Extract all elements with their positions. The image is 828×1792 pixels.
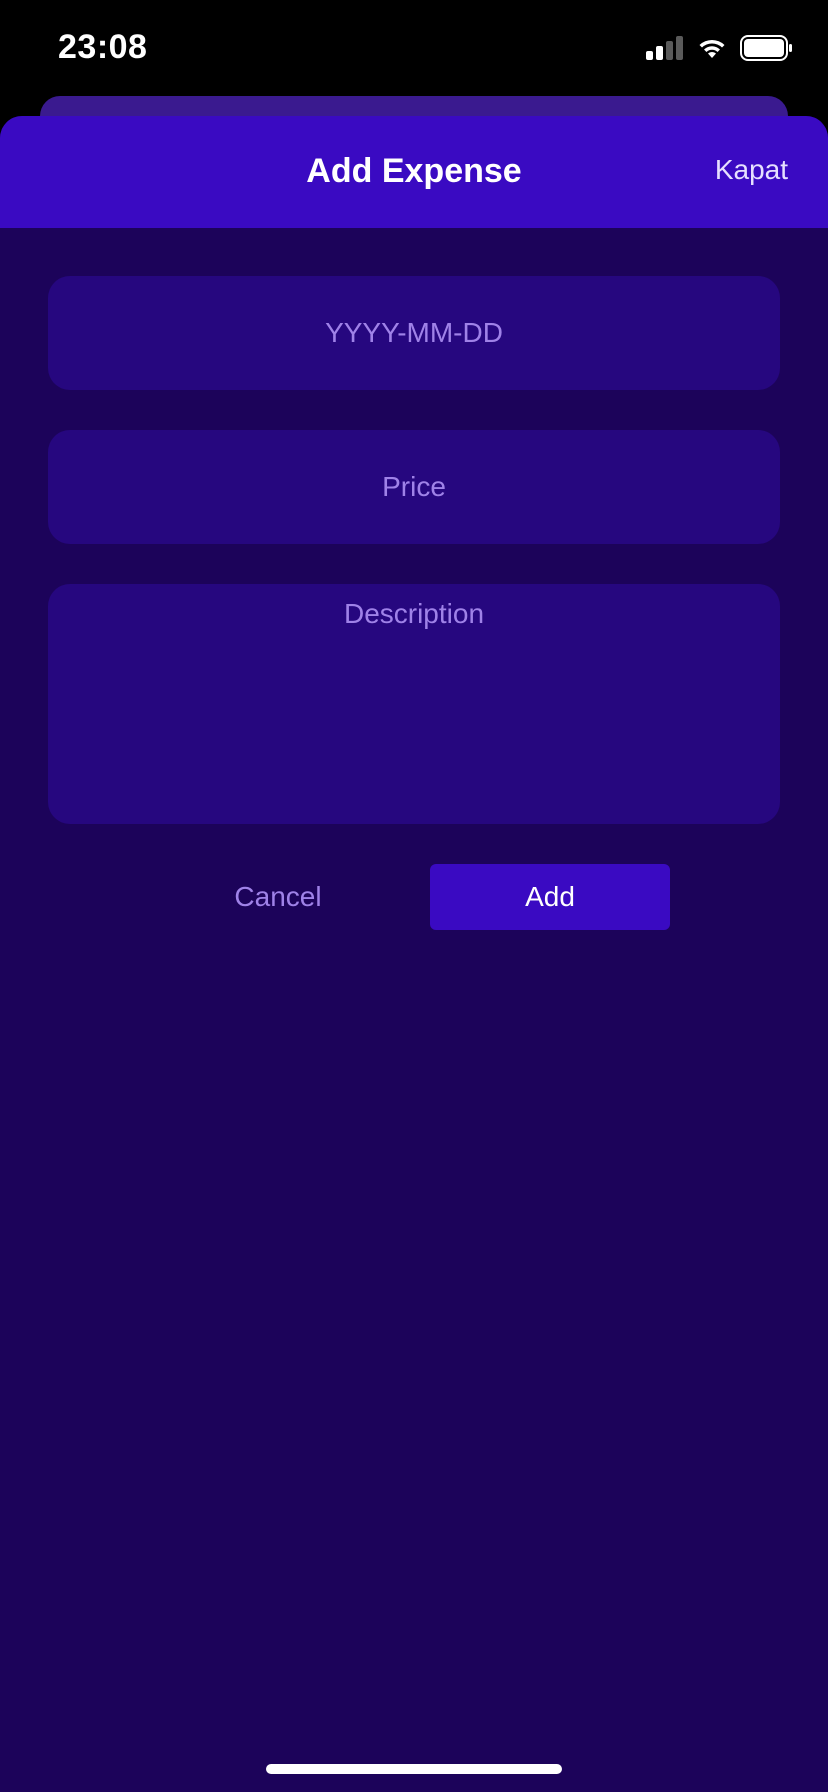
price-input[interactable] bbox=[48, 430, 780, 544]
date-input[interactable] bbox=[48, 276, 780, 390]
cellular-signal-icon bbox=[646, 35, 684, 65]
screen: 23:08 Add Expense Kapat YYYY-MM-DD Price… bbox=[0, 0, 828, 1792]
battery-icon bbox=[740, 34, 794, 66]
add-button[interactable]: Add bbox=[430, 864, 670, 930]
wifi-icon bbox=[696, 36, 728, 65]
sheet-header: Add Expense Kapat bbox=[0, 116, 828, 228]
status-time: 23:08 bbox=[58, 28, 148, 66]
sheet-title: Add Expense bbox=[306, 152, 522, 190]
description-input[interactable] bbox=[48, 584, 780, 824]
status-bar: 23:08 bbox=[0, 0, 828, 100]
cancel-button[interactable]: Cancel bbox=[178, 864, 378, 930]
close-button[interactable]: Kapat bbox=[715, 154, 788, 186]
add-expense-sheet: Add Expense Kapat Cancel Add bbox=[0, 116, 828, 1792]
status-icons bbox=[646, 34, 794, 66]
home-indicator[interactable] bbox=[266, 1764, 562, 1774]
